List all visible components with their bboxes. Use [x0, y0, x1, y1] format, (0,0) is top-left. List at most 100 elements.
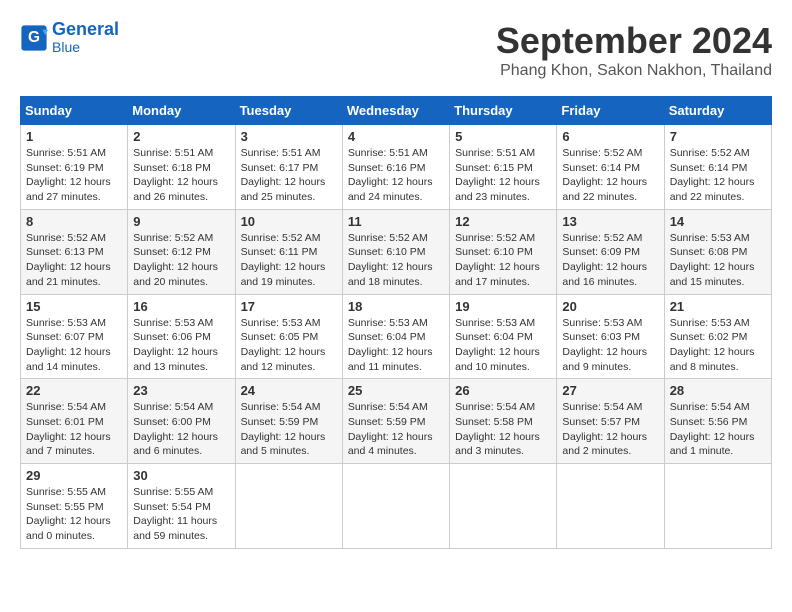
- day-detail: Sunrise: 5:52 AMSunset: 6:14 PMDaylight:…: [670, 147, 755, 203]
- day-number: 30: [133, 468, 229, 483]
- calendar-cell: 22 Sunrise: 5:54 AMSunset: 6:01 PMDaylig…: [21, 379, 128, 464]
- week-row-1: 1 Sunrise: 5:51 AMSunset: 6:19 PMDayligh…: [21, 125, 772, 210]
- day-detail: Sunrise: 5:53 AMSunset: 6:06 PMDaylight:…: [133, 317, 218, 373]
- calendar-cell: 9 Sunrise: 5:52 AMSunset: 6:12 PMDayligh…: [128, 209, 235, 294]
- day-number: 27: [562, 383, 658, 398]
- day-detail: Sunrise: 5:53 AMSunset: 6:02 PMDaylight:…: [670, 317, 755, 373]
- calendar-cell: 12 Sunrise: 5:52 AMSunset: 6:10 PMDaylig…: [450, 209, 557, 294]
- day-detail: Sunrise: 5:52 AMSunset: 6:10 PMDaylight:…: [455, 232, 540, 288]
- day-number: 19: [455, 299, 551, 314]
- calendar-cell: 27 Sunrise: 5:54 AMSunset: 5:57 PMDaylig…: [557, 379, 664, 464]
- day-detail: Sunrise: 5:55 AMSunset: 5:55 PMDaylight:…: [26, 486, 111, 542]
- day-detail: Sunrise: 5:54 AMSunset: 5:59 PMDaylight:…: [241, 401, 326, 457]
- calendar-cell: 3 Sunrise: 5:51 AMSunset: 6:17 PMDayligh…: [235, 125, 342, 210]
- day-detail: Sunrise: 5:51 AMSunset: 6:16 PMDaylight:…: [348, 147, 433, 203]
- week-row-5: 29 Sunrise: 5:55 AMSunset: 5:55 PMDaylig…: [21, 464, 772, 549]
- day-detail: Sunrise: 5:54 AMSunset: 5:59 PMDaylight:…: [348, 401, 433, 457]
- day-number: 14: [670, 214, 766, 229]
- day-number: 5: [455, 129, 551, 144]
- calendar-cell: [450, 464, 557, 549]
- day-detail: Sunrise: 5:51 AMSunset: 6:18 PMDaylight:…: [133, 147, 218, 203]
- day-number: 24: [241, 383, 337, 398]
- calendar-cell: 30 Sunrise: 5:55 AMSunset: 5:54 PMDaylig…: [128, 464, 235, 549]
- header-thursday: Thursday: [450, 97, 557, 125]
- header-friday: Friday: [557, 97, 664, 125]
- calendar-cell: 1 Sunrise: 5:51 AMSunset: 6:19 PMDayligh…: [21, 125, 128, 210]
- day-detail: Sunrise: 5:53 AMSunset: 6:08 PMDaylight:…: [670, 232, 755, 288]
- calendar-cell: 26 Sunrise: 5:54 AMSunset: 5:58 PMDaylig…: [450, 379, 557, 464]
- calendar-cell: 8 Sunrise: 5:52 AMSunset: 6:13 PMDayligh…: [21, 209, 128, 294]
- day-detail: Sunrise: 5:53 AMSunset: 6:05 PMDaylight:…: [241, 317, 326, 373]
- week-row-3: 15 Sunrise: 5:53 AMSunset: 6:07 PMDaylig…: [21, 294, 772, 379]
- logo-icon: G: [20, 24, 48, 52]
- calendar-cell: [664, 464, 771, 549]
- month-title: September 2024: [496, 20, 772, 62]
- day-number: 20: [562, 299, 658, 314]
- week-row-4: 22 Sunrise: 5:54 AMSunset: 6:01 PMDaylig…: [21, 379, 772, 464]
- page-header: G General Blue September 2024 Phang Khon…: [20, 20, 772, 80]
- day-detail: Sunrise: 5:53 AMSunset: 6:07 PMDaylight:…: [26, 317, 111, 373]
- day-detail: Sunrise: 5:52 AMSunset: 6:14 PMDaylight:…: [562, 147, 647, 203]
- logo-subtext: Blue: [52, 40, 119, 55]
- header-monday: Monday: [128, 97, 235, 125]
- day-detail: Sunrise: 5:52 AMSunset: 6:10 PMDaylight:…: [348, 232, 433, 288]
- calendar-cell: 19 Sunrise: 5:53 AMSunset: 6:04 PMDaylig…: [450, 294, 557, 379]
- calendar-cell: 25 Sunrise: 5:54 AMSunset: 5:59 PMDaylig…: [342, 379, 449, 464]
- day-number: 10: [241, 214, 337, 229]
- day-number: 2: [133, 129, 229, 144]
- logo-text: General: [52, 20, 119, 40]
- calendar-cell: 11 Sunrise: 5:52 AMSunset: 6:10 PMDaylig…: [342, 209, 449, 294]
- day-detail: Sunrise: 5:55 AMSunset: 5:54 PMDaylight:…: [133, 486, 217, 542]
- day-detail: Sunrise: 5:52 AMSunset: 6:12 PMDaylight:…: [133, 232, 218, 288]
- calendar-cell: 16 Sunrise: 5:53 AMSunset: 6:06 PMDaylig…: [128, 294, 235, 379]
- day-detail: Sunrise: 5:54 AMSunset: 5:56 PMDaylight:…: [670, 401, 755, 457]
- day-detail: Sunrise: 5:54 AMSunset: 5:58 PMDaylight:…: [455, 401, 540, 457]
- svg-text:G: G: [28, 29, 40, 46]
- calendar-cell: 29 Sunrise: 5:55 AMSunset: 5:55 PMDaylig…: [21, 464, 128, 549]
- day-detail: Sunrise: 5:51 AMSunset: 6:15 PMDaylight:…: [455, 147, 540, 203]
- day-number: 12: [455, 214, 551, 229]
- location-title: Phang Khon, Sakon Nakhon, Thailand: [496, 62, 772, 80]
- calendar-table: SundayMondayTuesdayWednesdayThursdayFrid…: [20, 96, 772, 549]
- day-number: 23: [133, 383, 229, 398]
- calendar-cell: 7 Sunrise: 5:52 AMSunset: 6:14 PMDayligh…: [664, 125, 771, 210]
- day-number: 28: [670, 383, 766, 398]
- day-number: 22: [26, 383, 122, 398]
- day-number: 11: [348, 214, 444, 229]
- calendar-cell: 5 Sunrise: 5:51 AMSunset: 6:15 PMDayligh…: [450, 125, 557, 210]
- day-detail: Sunrise: 5:53 AMSunset: 6:04 PMDaylight:…: [455, 317, 540, 373]
- calendar-cell: 17 Sunrise: 5:53 AMSunset: 6:05 PMDaylig…: [235, 294, 342, 379]
- day-number: 16: [133, 299, 229, 314]
- calendar-cell: 24 Sunrise: 5:54 AMSunset: 5:59 PMDaylig…: [235, 379, 342, 464]
- calendar-cell: 20 Sunrise: 5:53 AMSunset: 6:03 PMDaylig…: [557, 294, 664, 379]
- calendar-cell: 23 Sunrise: 5:54 AMSunset: 6:00 PMDaylig…: [128, 379, 235, 464]
- title-section: September 2024 Phang Khon, Sakon Nakhon,…: [496, 20, 772, 80]
- calendar-cell: 2 Sunrise: 5:51 AMSunset: 6:18 PMDayligh…: [128, 125, 235, 210]
- calendar-cell: [235, 464, 342, 549]
- logo: G General Blue: [20, 20, 119, 55]
- day-number: 17: [241, 299, 337, 314]
- calendar-cell: 13 Sunrise: 5:52 AMSunset: 6:09 PMDaylig…: [557, 209, 664, 294]
- day-number: 13: [562, 214, 658, 229]
- day-number: 25: [348, 383, 444, 398]
- day-detail: Sunrise: 5:54 AMSunset: 5:57 PMDaylight:…: [562, 401, 647, 457]
- day-detail: Sunrise: 5:52 AMSunset: 6:11 PMDaylight:…: [241, 232, 326, 288]
- day-number: 1: [26, 129, 122, 144]
- day-number: 18: [348, 299, 444, 314]
- day-number: 9: [133, 214, 229, 229]
- day-number: 4: [348, 129, 444, 144]
- calendar-cell: 15 Sunrise: 5:53 AMSunset: 6:07 PMDaylig…: [21, 294, 128, 379]
- day-detail: Sunrise: 5:52 AMSunset: 6:09 PMDaylight:…: [562, 232, 647, 288]
- calendar-cell: 28 Sunrise: 5:54 AMSunset: 5:56 PMDaylig…: [664, 379, 771, 464]
- header-sunday: Sunday: [21, 97, 128, 125]
- header-tuesday: Tuesday: [235, 97, 342, 125]
- day-detail: Sunrise: 5:52 AMSunset: 6:13 PMDaylight:…: [26, 232, 111, 288]
- calendar-cell: 14 Sunrise: 5:53 AMSunset: 6:08 PMDaylig…: [664, 209, 771, 294]
- day-detail: Sunrise: 5:51 AMSunset: 6:19 PMDaylight:…: [26, 147, 111, 203]
- calendar-cell: [557, 464, 664, 549]
- day-number: 3: [241, 129, 337, 144]
- calendar-cell: 10 Sunrise: 5:52 AMSunset: 6:11 PMDaylig…: [235, 209, 342, 294]
- calendar-cell: 4 Sunrise: 5:51 AMSunset: 6:16 PMDayligh…: [342, 125, 449, 210]
- header-saturday: Saturday: [664, 97, 771, 125]
- day-detail: Sunrise: 5:54 AMSunset: 6:01 PMDaylight:…: [26, 401, 111, 457]
